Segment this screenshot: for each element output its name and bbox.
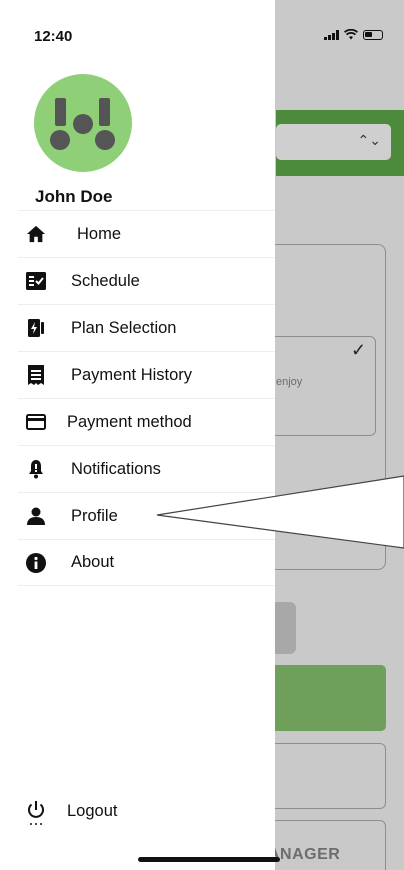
home-indicator (138, 857, 280, 862)
callout-pointer (156, 475, 404, 549)
